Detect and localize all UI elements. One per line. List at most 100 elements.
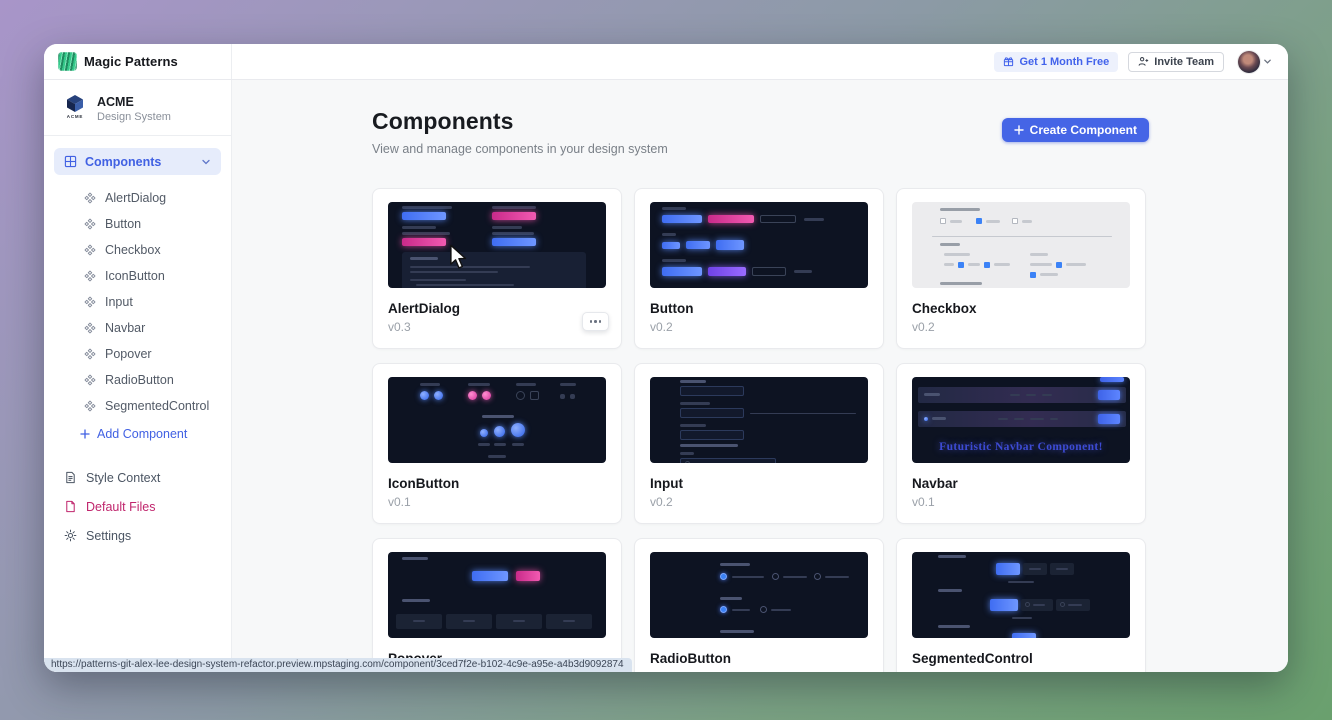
thumb-graphic bbox=[1012, 617, 1032, 619]
sidebar-item-radiobutton[interactable]: RadioButton bbox=[44, 367, 231, 393]
grid-icon bbox=[64, 155, 77, 168]
thumb-graphic bbox=[662, 207, 686, 210]
thumb-graphic bbox=[402, 206, 452, 209]
component-card-input[interactable]: Inputv0.2 bbox=[634, 363, 884, 524]
thumb-graphic bbox=[482, 391, 491, 400]
thumb-graphic bbox=[720, 597, 742, 600]
sidebar-item-style-context[interactable]: Style Context bbox=[44, 463, 231, 492]
thumb-graphic bbox=[416, 284, 514, 286]
thumb-graphic bbox=[720, 573, 727, 580]
invite-team-button[interactable]: Invite Team bbox=[1128, 52, 1224, 72]
sidebar-item-iconbutton[interactable]: IconButton bbox=[44, 263, 231, 289]
component-card-navbar[interactable]: Futuristic Navbar Component! Navbar v0.1 bbox=[896, 363, 1146, 524]
sidebar-item-navbar[interactable]: Navbar bbox=[44, 315, 231, 341]
thumb-graphic bbox=[924, 417, 928, 421]
sidebar-item-components[interactable]: Components bbox=[54, 148, 221, 175]
thumb-graphic bbox=[1014, 418, 1024, 420]
card-menu-button[interactable] bbox=[582, 312, 609, 331]
workspace-switcher[interactable]: ACME ACME Design System bbox=[44, 90, 231, 135]
thumb-graphic bbox=[512, 443, 524, 446]
sidebar-item-label: Input bbox=[105, 295, 133, 309]
sidebar-item-segmentedcontrol[interactable]: SegmentedControl bbox=[44, 393, 231, 419]
thumb-graphic bbox=[1068, 604, 1082, 606]
avatar bbox=[1238, 51, 1260, 73]
thumb-graphic bbox=[1050, 563, 1074, 575]
thumb-graphic bbox=[478, 443, 490, 446]
thumb-graphic bbox=[413, 620, 425, 622]
card-thumbnail bbox=[388, 202, 606, 288]
component-card-checkbox[interactable]: Checkboxv0.2 bbox=[896, 188, 1146, 349]
sidebar-item-default-files[interactable]: Default Files bbox=[44, 492, 231, 521]
thumb-graphic bbox=[482, 415, 514, 418]
thumb-graphic bbox=[492, 212, 536, 220]
thumb-graphic bbox=[720, 630, 754, 633]
thumb-graphic bbox=[402, 226, 436, 229]
thumb-graphic bbox=[516, 383, 536, 386]
thumb-graphic bbox=[708, 215, 754, 223]
component-card-popover[interactable]: Popoverv0.2 bbox=[372, 538, 622, 672]
thumb-graphic bbox=[932, 417, 946, 420]
card-thumbnail bbox=[388, 377, 606, 463]
card-version: v0.1 bbox=[912, 495, 1130, 509]
thumb-graphic bbox=[804, 218, 824, 221]
thumb-graphic bbox=[680, 402, 710, 405]
card-name: RadioButton bbox=[650, 651, 868, 666]
thumb-graphic bbox=[563, 620, 575, 622]
thumb-graphic bbox=[783, 576, 807, 578]
thumb-graphic bbox=[968, 263, 980, 266]
sidebar-item-checkbox[interactable]: Checkbox bbox=[44, 237, 231, 263]
component-card-segmentedcontrol[interactable]: SegmentedControlv0.2 bbox=[896, 538, 1146, 672]
card-name: SegmentedControl bbox=[912, 651, 1130, 666]
chevron-down-icon bbox=[201, 157, 211, 167]
card-name: Navbar bbox=[912, 476, 1130, 491]
component-card-grid: AlertDialogv0.3Buttonv0.2Checkboxv0.2 Ico… bbox=[372, 188, 1149, 672]
sidebar-item-popover[interactable]: Popover bbox=[44, 341, 231, 367]
thumb-graphic bbox=[732, 609, 750, 611]
thumb-graphic bbox=[1010, 394, 1020, 396]
cube-icon bbox=[65, 94, 85, 113]
main-header: Components View and manage components in… bbox=[372, 108, 1149, 156]
thumb-graphic bbox=[924, 393, 940, 396]
create-component-button[interactable]: Create Component bbox=[1002, 118, 1149, 142]
thumb-graphic bbox=[680, 430, 744, 440]
sidebar-item-alertdialog[interactable]: AlertDialog bbox=[44, 185, 231, 211]
component-diamond-icon bbox=[84, 296, 96, 308]
sidebar-divider bbox=[44, 135, 231, 136]
get-month-free-button[interactable]: Get 1 Month Free bbox=[994, 52, 1118, 72]
component-card-alertdialog[interactable]: AlertDialogv0.3 bbox=[372, 188, 622, 349]
add-component-label: Add Component bbox=[97, 427, 187, 441]
topbar: Magic Patterns Get 1 Month Free Invite T… bbox=[44, 44, 1288, 80]
page-title: Components bbox=[372, 108, 668, 135]
card-thumbnail bbox=[912, 552, 1130, 638]
thumb-banner-text: Futuristic Navbar Component! bbox=[912, 441, 1130, 453]
thumb-graphic bbox=[402, 232, 450, 235]
add-component-button[interactable]: Add Component bbox=[44, 421, 231, 447]
thumb-graphic bbox=[410, 279, 466, 281]
thumb-graphic bbox=[570, 394, 575, 399]
thumb-graphic bbox=[492, 232, 534, 235]
thumb-graphic bbox=[940, 218, 946, 224]
sidebar-item-label: Navbar bbox=[105, 321, 145, 335]
thumb-graphic bbox=[825, 576, 849, 578]
component-card-radiobutton[interactable]: RadioButtonv0.1 bbox=[634, 538, 884, 672]
thumb-graphic bbox=[511, 423, 525, 437]
sidebar-item-input[interactable]: Input bbox=[44, 289, 231, 315]
thumb-graphic bbox=[1030, 272, 1036, 278]
thumb-graphic bbox=[1029, 568, 1041, 570]
thumb-graphic bbox=[1012, 633, 1036, 638]
component-list: AlertDialogButtonCheckboxIconButton Input… bbox=[44, 185, 231, 419]
file-icon bbox=[64, 500, 77, 513]
sidebar-item-settings[interactable]: Settings bbox=[44, 521, 231, 550]
thumb-graphic bbox=[410, 257, 438, 260]
thumb-graphic bbox=[1030, 253, 1048, 256]
thumb-graphic bbox=[516, 391, 525, 400]
thumb-graphic bbox=[680, 452, 694, 455]
user-plus-icon bbox=[1138, 56, 1149, 67]
component-card-button[interactable]: Buttonv0.2 bbox=[634, 188, 884, 349]
account-menu[interactable] bbox=[1238, 51, 1272, 73]
thumb-graphic bbox=[492, 226, 522, 229]
thumb-graphic bbox=[1023, 563, 1047, 575]
component-card-iconbutton[interactable]: IconButtonv0.1 bbox=[372, 363, 622, 524]
sidebar: ACME ACME Design System Components Alert… bbox=[44, 80, 232, 672]
sidebar-item-button[interactable]: Button bbox=[44, 211, 231, 237]
